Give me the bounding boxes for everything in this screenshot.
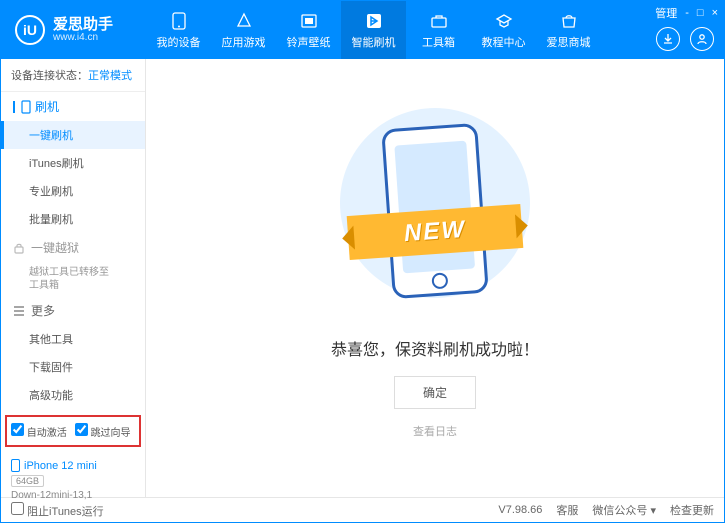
- checkbox-auto-activate[interactable]: 自动激活: [11, 423, 67, 439]
- app-url: www.i4.cn: [53, 32, 113, 43]
- nav-apps[interactable]: 应用游戏: [211, 1, 276, 59]
- user-button[interactable]: [690, 27, 714, 51]
- wallpaper-icon: [299, 11, 319, 31]
- maximize-button[interactable]: □: [697, 7, 704, 19]
- nav-flash[interactable]: 智能刷机: [341, 1, 406, 59]
- new-banner: NEW: [403, 215, 467, 247]
- download-button[interactable]: [656, 27, 680, 51]
- phone-icon: [169, 11, 189, 31]
- logo-icon: iU: [15, 15, 45, 45]
- section-jailbreak: 一键越狱: [1, 233, 145, 262]
- app-name: 爱思助手: [53, 17, 113, 32]
- checkbox-block-itunes[interactable]: 阻止iTunes运行: [11, 502, 104, 519]
- jailbreak-note: 越狱工具已转移至 工具箱: [1, 262, 145, 296]
- sidebar-item-batch-flash[interactable]: 批量刷机: [1, 205, 145, 233]
- view-log-link[interactable]: 查看日志: [413, 423, 457, 439]
- toolbox-icon: [429, 11, 449, 31]
- sidebar-item-other-tools[interactable]: 其他工具: [1, 325, 145, 353]
- success-illustration: NEW: [360, 118, 510, 318]
- section-more[interactable]: 更多: [1, 296, 145, 325]
- nav-store[interactable]: 爱思商城: [536, 1, 601, 59]
- success-message: 恭喜您，保资料刷机成功啦！: [331, 336, 539, 360]
- checkbox-skip-guide[interactable]: 跳过向导: [75, 423, 131, 439]
- main-nav: 我的设备 应用游戏 铃声壁纸 智能刷机 工具箱 教程中心 爱思商城: [146, 1, 601, 59]
- minimize-button[interactable]: -: [685, 7, 689, 19]
- nav-tutorial[interactable]: 教程中心: [471, 1, 536, 59]
- apps-icon: [234, 11, 254, 31]
- tutorial-icon: [494, 11, 514, 31]
- app-header: iU 爱思助手 www.i4.cn 我的设备 应用游戏 铃声壁纸 智能刷机 工具…: [1, 1, 724, 59]
- flash-icon: [364, 11, 384, 31]
- check-update-link[interactable]: 检查更新: [670, 502, 714, 518]
- sidebar-item-itunes-flash[interactable]: iTunes刷机: [1, 149, 145, 177]
- ok-button[interactable]: 确定: [394, 376, 476, 409]
- device-info[interactable]: iPhone 12 mini 64GB Down-12mini-13,1: [1, 453, 145, 507]
- nav-ringtone[interactable]: 铃声壁纸: [276, 1, 341, 59]
- version-label: V7.98.66: [498, 504, 542, 516]
- sidebar-item-advanced[interactable]: 高级功能: [1, 381, 145, 409]
- store-icon: [559, 11, 579, 31]
- logo-area: iU 爱思助手 www.i4.cn: [1, 15, 146, 45]
- sidebar: 设备连接状态：正常模式 刷机 一键刷机 iTunes刷机 专业刷机 批量刷机 一…: [1, 59, 146, 497]
- section-flash[interactable]: 刷机: [1, 92, 145, 121]
- window-controls: 管理 - □ ×: [655, 5, 718, 21]
- settings-link[interactable]: 管理: [655, 5, 677, 21]
- support-link[interactable]: 客服: [556, 502, 578, 518]
- device-status: 设备连接状态：正常模式: [1, 59, 145, 92]
- options-box: 自动激活 跳过向导: [5, 415, 141, 447]
- sidebar-item-oneclick-flash[interactable]: 一键刷机: [1, 121, 145, 149]
- close-button[interactable]: ×: [712, 7, 718, 19]
- nav-my-device[interactable]: 我的设备: [146, 1, 211, 59]
- main-content: NEW 恭喜您，保资料刷机成功啦！ 确定 查看日志: [146, 59, 724, 497]
- sidebar-item-download-firmware[interactable]: 下载固件: [1, 353, 145, 381]
- nav-toolbox[interactable]: 工具箱: [406, 1, 471, 59]
- wechat-link[interactable]: 微信公众号 ▾: [592, 502, 656, 518]
- sidebar-item-pro-flash[interactable]: 专业刷机: [1, 177, 145, 205]
